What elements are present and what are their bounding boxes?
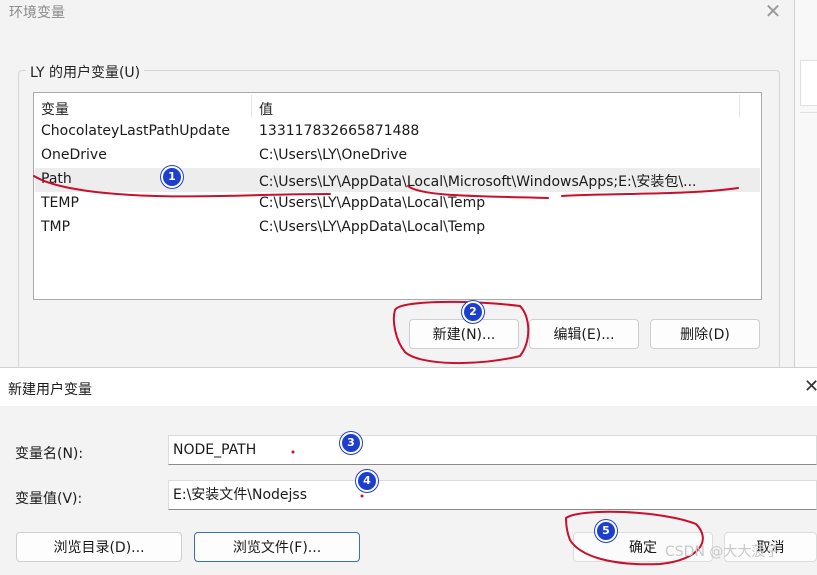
background-window-divider xyxy=(800,112,817,119)
user-variables-list[interactable]: 变量 值 ChocolateyLastPathUpdate 1331178326… xyxy=(33,92,762,300)
table-row[interactable]: OneDrive C:\Users\LY\OneDrive xyxy=(35,144,760,168)
variable-value: C:\Users\LY\AppData\Local\Microsoft\Wind… xyxy=(259,174,697,190)
variable-name-input[interactable]: NODE_PATH xyxy=(168,435,817,465)
new-button[interactable]: 新建(N)... xyxy=(409,319,519,349)
browse-directory-button[interactable]: 浏览目录(D)... xyxy=(16,532,182,562)
annotation-badge-4: 4 xyxy=(356,470,378,492)
variable-value: 133117832665871488 xyxy=(259,123,420,139)
column-header-value[interactable]: 值 xyxy=(259,99,273,119)
annotation-badge-2: 2 xyxy=(462,301,484,323)
delete-button[interactable]: 删除(D) xyxy=(650,319,760,349)
variable-value: C:\Users\LY\AppData\Local\Temp xyxy=(259,195,486,211)
table-row[interactable]: ChocolateyLastPathUpdate 133117832665871… xyxy=(35,120,760,144)
edit-button[interactable]: 编辑(E)... xyxy=(529,319,639,349)
annotation-badge-5: 5 xyxy=(595,520,617,542)
background-window-panel xyxy=(800,60,817,106)
table-row-selected[interactable]: Path C:\Users\LY\AppData\Local\Microsoft… xyxy=(35,168,760,192)
dialog-title: 环境变量 xyxy=(9,5,65,21)
close-icon[interactable]: ✕ xyxy=(762,0,784,22)
watermark: CSDN @大大菠子 xyxy=(665,544,780,560)
annotation-badge-1: 1 xyxy=(161,166,183,188)
env-variables-dialog: 环境变量 ✕ LY 的用户变量(U) 变量 值 ChocolateyLastPa… xyxy=(0,0,795,372)
variable-name: TMP xyxy=(41,219,71,235)
variable-name: OneDrive xyxy=(41,147,107,163)
browse-file-button[interactable]: 浏览文件(F)... xyxy=(194,532,360,562)
column-divider xyxy=(739,95,740,117)
user-variables-label: LY 的用户变量(U) xyxy=(26,62,145,82)
column-header-name[interactable]: 变量 xyxy=(41,99,69,119)
variable-value: C:\Users\LY\OneDrive xyxy=(259,147,408,163)
background-window xyxy=(795,0,817,372)
variable-value: C:\Users\LY\AppData\Local\Temp xyxy=(259,219,486,235)
dialog-titlebar: 新建用户变量 ✕ xyxy=(0,368,817,406)
variable-name: ChocolateyLastPathUpdate xyxy=(41,123,230,139)
variable-value-label: 变量值(V): xyxy=(15,491,83,507)
annotation-badge-3: 3 xyxy=(340,432,362,454)
column-divider xyxy=(251,95,252,117)
close-icon[interactable]: ✕ xyxy=(804,376,817,397)
dialog-title: 新建用户变量 xyxy=(8,382,92,398)
variable-name: TEMP xyxy=(41,195,79,211)
table-row[interactable]: TMP C:\Users\LY\AppData\Local\Temp xyxy=(35,216,760,240)
table-row[interactable]: TEMP C:\Users\LY\AppData\Local\Temp xyxy=(35,192,760,216)
variable-name: Path xyxy=(41,171,72,187)
variable-name-label: 变量名(N): xyxy=(15,446,84,462)
variable-value-input[interactable]: E:\安装文件\Nodejss xyxy=(168,480,817,510)
